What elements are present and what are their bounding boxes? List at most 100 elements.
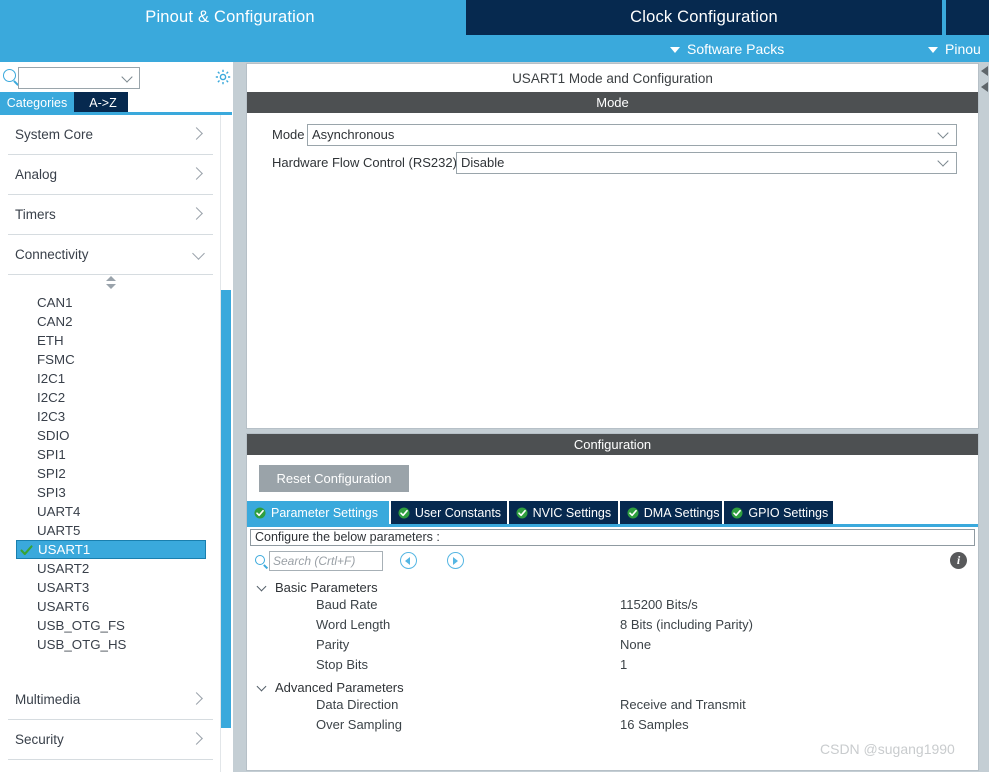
sidebar-item-multimedia[interactable]: Multimedia: [8, 680, 213, 720]
sidebar-item-security[interactable]: Security: [8, 720, 213, 760]
info-icon[interactable]: i: [950, 552, 967, 569]
tab-label: User Constants: [414, 505, 502, 520]
param-row[interactable]: Over Sampling 16 Samples: [250, 717, 975, 737]
sidebar-item-sdio[interactable]: SDIO: [16, 426, 206, 445]
param-group-advanced-parameters[interactable]: Advanced Parameters: [250, 677, 975, 697]
sidebar-item-analog[interactable]: Analog: [8, 155, 213, 195]
sidebar-item-eth[interactable]: ETH: [16, 331, 206, 350]
sidebar-item-spi3[interactable]: SPI3: [16, 483, 206, 502]
check-circle-icon: [731, 507, 743, 519]
sidebar-item-usart2[interactable]: USART2: [16, 559, 206, 578]
sidebar-item-label: SDIO: [37, 428, 70, 443]
field-mode-label: Mode: [272, 127, 305, 142]
tab-user-constants[interactable]: User Constants: [390, 501, 507, 524]
sidebar-item-usb-otg-fs[interactable]: USB_OTG_FS: [16, 616, 206, 635]
param-value: Receive and Transmit: [620, 697, 746, 712]
peripheral-scroll-spinner[interactable]: [8, 275, 213, 291]
menu-software-packs[interactable]: Software Packs: [670, 35, 784, 62]
page-title: USART1 Mode and Configuration: [247, 64, 978, 92]
sidebar-item-usart3[interactable]: USART3: [16, 578, 206, 597]
sidebar-item-label: SPI1: [37, 447, 66, 462]
configuration-panel: Configuration Reset Configuration Parame…: [246, 433, 979, 771]
configuration-right-edge: [980, 433, 989, 771]
sidebar-search-combo[interactable]: [18, 67, 140, 89]
param-value: 8 Bits (including Parity): [620, 617, 753, 632]
param-value: None: [620, 637, 652, 652]
field-mode-select[interactable]: Asynchronous: [307, 124, 957, 146]
sidebar-item-label: UART5: [37, 523, 81, 538]
field-hardware-flow-control-select[interactable]: Disable: [456, 152, 957, 174]
field-hardware-flow-control-label: Hardware Flow Control (RS232): [272, 155, 457, 170]
tab-third[interactable]: [946, 0, 989, 35]
sidebar-item-can2[interactable]: CAN2: [16, 312, 206, 331]
param-value: 16 Samples: [620, 717, 689, 732]
sidebar-item-label: I2C1: [37, 371, 66, 386]
tab-gpio-settings[interactable]: GPIO Settings: [724, 501, 834, 524]
menu-software-packs-label: Software Packs: [687, 40, 785, 57]
sidebar-item-i2c3[interactable]: I2C3: [16, 407, 206, 426]
param-value: 1: [620, 657, 628, 672]
cubemx-window: Pinout & Configuration Clock Configurati…: [0, 0, 989, 772]
tab-parameter-settings[interactable]: Parameter Settings: [247, 501, 389, 524]
sidebar-item-connectivity[interactable]: Connectivity: [8, 235, 213, 275]
tab-a-to-z-label: A->Z: [89, 96, 117, 110]
sidebar-item-system-core[interactable]: System Core: [8, 115, 213, 155]
tab-label: NVIC Settings: [532, 505, 612, 520]
sidebar-item-usart1[interactable]: USART1: [16, 540, 206, 559]
categories-sidebar: Categories A->Z System Core Analog Timer…: [0, 62, 232, 772]
sidebar-item-label: USART6: [37, 599, 90, 614]
menu-pinout[interactable]: Pinou: [928, 35, 981, 62]
tab-categories-label: Categories: [6, 96, 68, 110]
configuration-tab-underline: [247, 524, 978, 527]
tab-pinout-and-configuration[interactable]: Pinout & Configuration: [0, 0, 460, 35]
collapse-left-arrow-icon-2: [981, 82, 988, 92]
param-group-basic-parameters[interactable]: Basic Parameters: [250, 577, 975, 597]
sidebar-item-label: CAN1: [37, 295, 73, 310]
sidebar-item-label: Connectivity: [15, 247, 89, 262]
sidebar-item-spi2[interactable]: SPI2: [16, 464, 206, 483]
sidebar-item-i2c1[interactable]: I2C1: [16, 369, 206, 388]
param-row[interactable]: Word Length 8 Bits (including Parity): [250, 617, 975, 637]
sidebar-item-label: ETH: [37, 333, 64, 348]
chevron-right-icon: [190, 207, 203, 220]
collapse-left-arrow-icon: [981, 66, 988, 76]
sidebar-item-usart6[interactable]: USART6: [16, 597, 206, 616]
sidebar-item-usb-otg-hs[interactable]: USB_OTG_HS: [16, 635, 206, 654]
sidebar-item-timers[interactable]: Timers: [8, 195, 213, 235]
param-row[interactable]: Parity None: [250, 637, 975, 657]
sidebar-item-uart4[interactable]: UART4: [16, 502, 206, 521]
param-row[interactable]: Baud Rate 115200 Bits/s: [250, 597, 975, 617]
field-hardware-flow-control-value: Disable: [461, 155, 505, 170]
param-row[interactable]: Data Direction Receive and Transmit: [250, 697, 975, 717]
tab-clock-configuration[interactable]: Clock Configuration: [466, 0, 942, 35]
sidebar-item-uart5[interactable]: UART5: [16, 521, 206, 540]
sidebar-item-can1[interactable]: CAN1: [16, 293, 206, 312]
param-row[interactable]: Stop Bits 1: [250, 657, 975, 677]
sidebar-item-i2c2[interactable]: I2C2: [16, 388, 206, 407]
field-hardware-flow-control: Hardware Flow Control (RS232) Disable: [247, 152, 978, 174]
menu-pinout-label: Pinou: [945, 40, 981, 57]
sidebar-item-spi1[interactable]: SPI1: [16, 445, 206, 464]
sidebar-scrollbar-thumb[interactable]: [221, 290, 231, 728]
chevron-down-icon: [670, 46, 680, 53]
tab-clock-label: Clock Configuration: [630, 8, 778, 26]
tab-a-to-z[interactable]: A->Z: [78, 92, 128, 114]
chevron-down-icon: [256, 681, 267, 692]
chevron-left-circle-icon[interactable]: [400, 552, 417, 569]
configure-note: Configure the below parameters :: [250, 529, 975, 546]
chevron-right-circle-icon[interactable]: [447, 552, 464, 569]
sidebar-item-label: USART2: [37, 561, 90, 576]
tab-dma-settings[interactable]: DMA Settings: [619, 501, 723, 524]
chevron-down-icon: [937, 155, 949, 167]
reset-configuration-button[interactable]: Reset Configuration: [259, 465, 409, 492]
tab-nvic-settings[interactable]: NVIC Settings: [508, 501, 618, 524]
tab-categories[interactable]: Categories: [0, 92, 74, 114]
check-circle-icon: [254, 507, 266, 519]
sidebar-item-fsmc[interactable]: FSMC: [16, 350, 206, 369]
gear-icon[interactable]: [215, 69, 231, 85]
param-name: Baud Rate: [316, 597, 378, 612]
search-icon: [3, 69, 16, 82]
param-name: Over Sampling: [316, 717, 402, 732]
panel-collapse-handle[interactable]: [981, 64, 989, 100]
search-input[interactable]: Search (Crtl+F): [269, 551, 383, 571]
